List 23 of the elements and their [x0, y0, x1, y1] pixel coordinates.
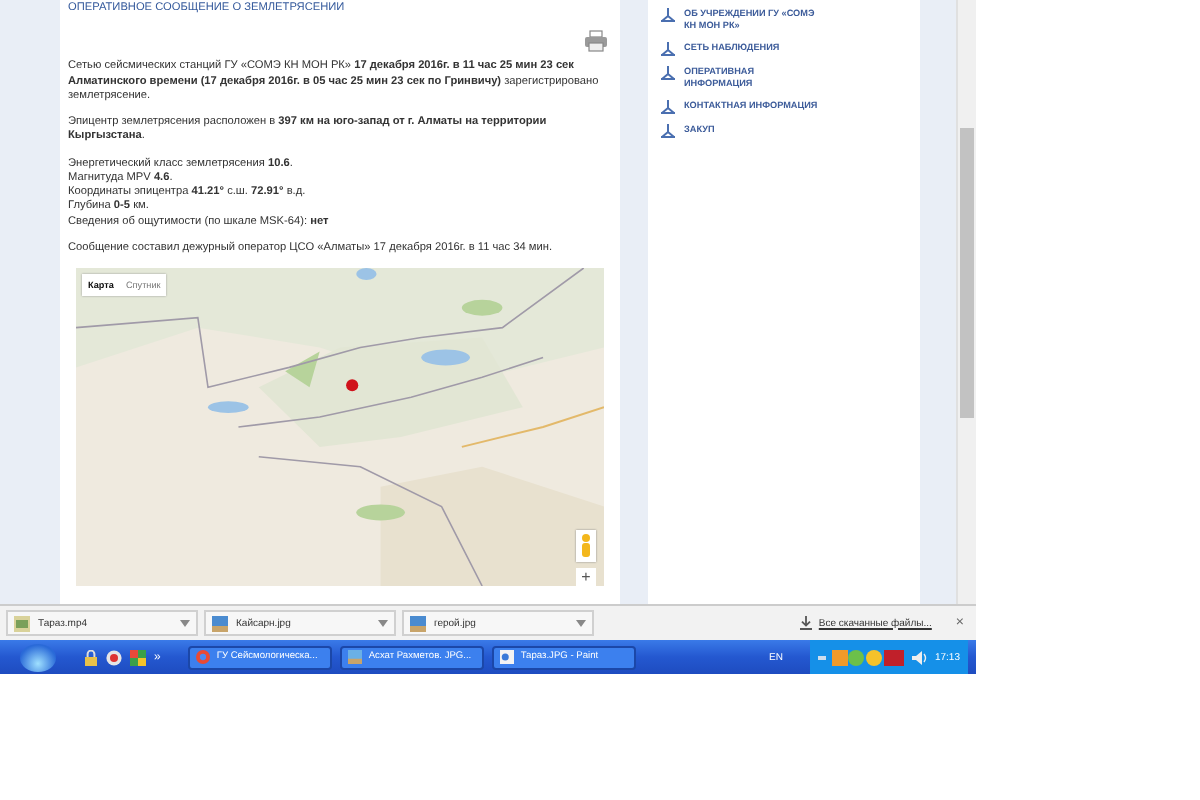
- image-file-icon: [410, 615, 426, 631]
- caret-icon[interactable]: [576, 619, 586, 627]
- image-file-icon: [348, 650, 363, 664]
- tripod-icon: [660, 123, 676, 138]
- tripod-icon: [660, 8, 676, 22]
- image-file-icon: [212, 615, 228, 631]
- scrollbar[interactable]: [956, 0, 976, 604]
- download-icon: [800, 616, 813, 630]
- tripod-icon: [660, 41, 676, 56]
- printer-icon[interactable]: [584, 30, 608, 53]
- pegman-icon[interactable]: [576, 530, 596, 563]
- tray-icons-drawing[interactable]: [818, 649, 907, 665]
- video-file-icon: [14, 615, 30, 631]
- tripod-icon: [660, 65, 676, 80]
- paint-icon: [500, 650, 515, 664]
- caret-icon[interactable]: [378, 619, 388, 627]
- tripod-icon: [660, 99, 676, 114]
- lock-icon[interactable]: [84, 649, 98, 665]
- speaker-icon[interactable]: [912, 649, 929, 665]
- start-button[interactable]: [20, 643, 56, 671]
- caret-icon[interactable]: [180, 619, 190, 627]
- browser-icon: [196, 650, 211, 664]
- zoom-in-button[interactable]: +: [576, 568, 596, 587]
